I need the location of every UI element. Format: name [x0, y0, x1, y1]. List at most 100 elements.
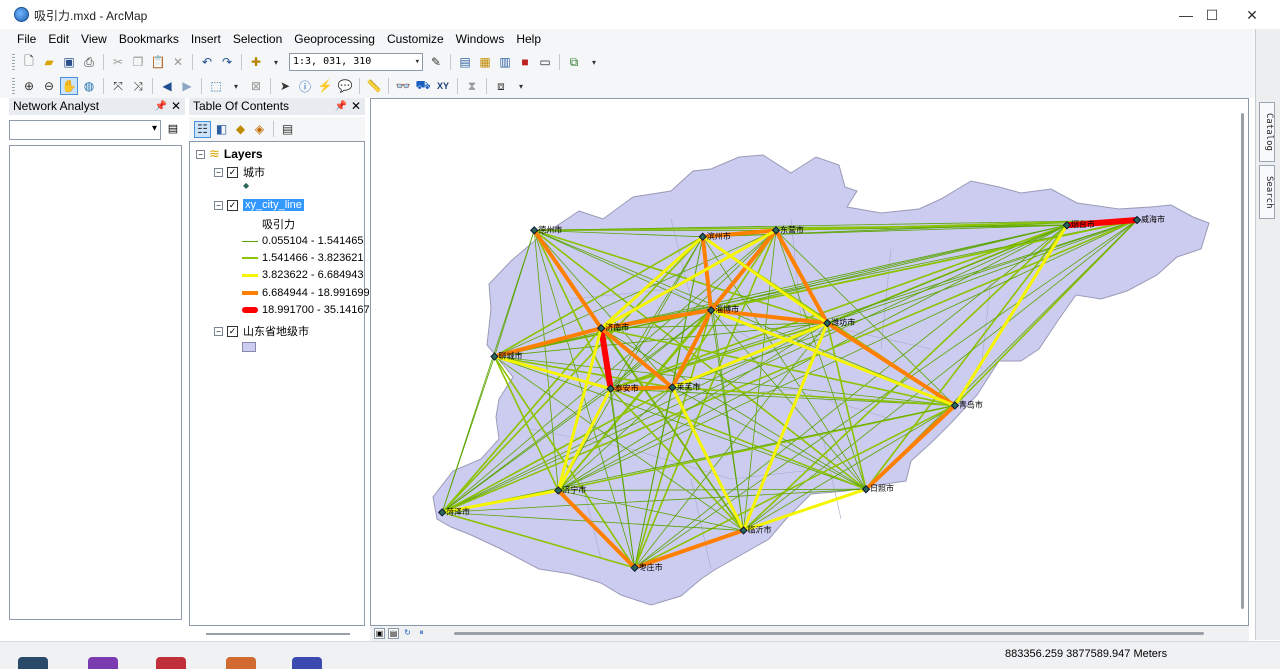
time-slider-button[interactable]: ⧗	[463, 77, 481, 95]
toc-horizontal-scrollbar[interactable]	[206, 633, 350, 635]
taskbar-app-icon[interactable]	[88, 657, 118, 669]
layer-row-prefecture-cities[interactable]: − ✓ 山东省地级市	[214, 323, 309, 339]
table-of-contents-button[interactable]: ▤	[456, 53, 474, 71]
taskbar-app-icon[interactable]	[156, 657, 186, 669]
close-window-button[interactable]: ✕	[1232, 4, 1272, 26]
find-route-button[interactable]: ⛟	[414, 77, 432, 95]
search-window-button[interactable]: ▥	[496, 53, 514, 71]
catalog-side-tab[interactable]: Catalog	[1259, 102, 1275, 162]
legend-class[interactable]: 0.055104 - 1.541465	[242, 235, 364, 247]
model-builder-button[interactable]: ⧉	[565, 53, 583, 71]
map-vertical-scrollbar[interactable]	[1238, 113, 1248, 609]
polygon-symbol[interactable]	[242, 342, 256, 352]
full-extent-button[interactable]: ◍	[80, 77, 98, 95]
toolbar-grip[interactable]	[12, 54, 15, 70]
legend-class[interactable]: 1.541466 - 3.823621	[242, 252, 364, 264]
network-analysis-layer-select[interactable]: ▾	[9, 120, 161, 140]
create-viewer-window-button[interactable]: ⧈	[492, 77, 510, 95]
data-view-button[interactable]: ▣	[374, 628, 385, 639]
list-by-selection-button[interactable]: ◈	[251, 121, 268, 138]
scroll-thumb[interactable]	[1241, 113, 1244, 609]
delete-button[interactable]: ✕	[169, 53, 187, 71]
find-button[interactable]: 👓	[394, 77, 412, 95]
clear-selection-button[interactable]: ⊠	[247, 77, 265, 95]
editor-toolbar-button[interactable]: ✎	[427, 53, 445, 71]
new-document-button[interactable]: 🗋	[20, 53, 38, 71]
layers-root-row[interactable]: − ≋ Layers	[196, 146, 263, 162]
collapse-icon[interactable]: −	[214, 200, 223, 210]
add-data-dropdown[interactable]: ▾	[267, 53, 285, 71]
zoom-in-button[interactable]: ⊕	[20, 77, 38, 95]
pan-button[interactable]: ✋	[60, 77, 78, 95]
close-icon[interactable]: ✕	[171, 98, 181, 115]
fixed-zoom-out-button[interactable]: ⤨	[129, 77, 147, 95]
save-button[interactable]: ▣	[60, 53, 78, 71]
point-symbol[interactable]: ◆	[243, 181, 249, 190]
toc-options-button[interactable]: ▤	[279, 121, 296, 138]
taskbar-app-icon[interactable]	[18, 657, 48, 669]
copy-button[interactable]: ❐	[129, 53, 147, 71]
back-extent-button[interactable]: ◀	[158, 77, 176, 95]
open-button[interactable]: ▰	[40, 53, 58, 71]
menu-geoprocessing[interactable]: Geoprocessing	[288, 29, 381, 50]
fixed-zoom-in-button[interactable]: ⤧	[109, 77, 127, 95]
select-features-button[interactable]: ⬚	[207, 77, 225, 95]
map-canvas[interactable]: 德州市滨州市 东营市 烟台市 威海市淄博市潍坊市济南市聊城市泰安市 莱芜市青岛市日照市 济…	[371, 99, 1249, 626]
analysis-properties-button[interactable]: ▤	[166, 122, 180, 136]
list-by-visibility-button[interactable]: ◆	[232, 121, 249, 138]
add-data-button[interactable]: ✚	[247, 53, 265, 71]
list-by-drawing-order-button[interactable]: ☷	[194, 120, 211, 138]
menu-insert[interactable]: Insert	[185, 29, 227, 50]
menu-view[interactable]: View	[75, 29, 113, 50]
legend-class[interactable]: 18.991700 - 35.141679	[242, 304, 376, 316]
network-analyst-window-list[interactable]	[9, 145, 182, 620]
go-to-xy-button[interactable]: XY	[434, 77, 452, 95]
taskbar-app-icon[interactable]	[226, 657, 256, 669]
redo-button[interactable]: ↷	[218, 53, 236, 71]
layer-row-cities[interactable]: − ✓ 城市	[214, 164, 265, 180]
list-by-source-button[interactable]: ◧	[213, 121, 230, 138]
measure-button[interactable]: 📏	[365, 77, 383, 95]
forward-extent-button[interactable]: ▶	[178, 77, 196, 95]
layer-row-xy-city-line[interactable]: − ✓ xy_city_line	[214, 199, 304, 211]
map-view[interactable]: 德州市 滨州市 东营市 烟台市 威海市 淄博市 潍坊市 济南市 聊城市 泰安市 莱芜市 青岛市 日照市 济…	[370, 98, 1249, 626]
map-horizontal-scrollbar[interactable]	[454, 632, 1204, 635]
menu-bookmarks[interactable]: Bookmarks	[113, 29, 185, 50]
toolbar-options-button[interactable]: ▾	[512, 77, 530, 95]
legend-class[interactable]: 6.684944 - 18.991699	[242, 287, 370, 299]
paste-button[interactable]: 📋	[149, 53, 167, 71]
toolbar-grip[interactable]	[12, 78, 15, 94]
select-elements-button[interactable]: ➤	[276, 77, 294, 95]
catalog-window-button[interactable]: ▦	[476, 53, 494, 71]
pin-icon[interactable]: 📌	[335, 98, 347, 115]
print-button[interactable]: ⎙	[80, 53, 98, 71]
layer-visibility-checkbox[interactable]: ✓	[227, 325, 238, 337]
collapse-icon[interactable]: −	[214, 167, 223, 177]
toolbar-options-button[interactable]: ▾	[585, 53, 603, 71]
zoom-out-button[interactable]: ⊖	[40, 77, 58, 95]
collapse-icon[interactable]: −	[214, 326, 223, 336]
identify-button[interactable]: ⓘ	[296, 77, 314, 95]
arctoolbox-button[interactable]: ■	[516, 53, 534, 71]
layer-visibility-checkbox[interactable]: ✓	[227, 199, 238, 211]
select-features-dropdown[interactable]: ▾	[227, 77, 245, 95]
layout-view-button[interactable]: ▤	[388, 628, 399, 639]
pin-icon[interactable]: 📌	[155, 98, 167, 115]
legend-class[interactable]: 3.823622 - 6.684943	[242, 269, 364, 281]
cut-button[interactable]: ✂	[109, 53, 127, 71]
search-side-tab[interactable]: Search	[1259, 165, 1275, 219]
menu-help[interactable]: Help	[510, 29, 547, 50]
collapse-icon[interactable]: −	[196, 149, 205, 159]
menu-windows[interactable]: Windows	[450, 29, 511, 50]
refresh-button[interactable]: ↻	[402, 628, 413, 639]
undo-button[interactable]: ↶	[198, 53, 216, 71]
pause-drawing-button[interactable]: ⏸	[416, 628, 427, 639]
python-window-button[interactable]: ▭	[536, 53, 554, 71]
menu-selection[interactable]: Selection	[227, 29, 288, 50]
layer-visibility-checkbox[interactable]: ✓	[227, 166, 238, 178]
maximize-button[interactable]: ☐	[1192, 4, 1232, 26]
taskbar-app-icon[interactable]	[292, 657, 322, 669]
close-icon[interactable]: ✕	[351, 98, 361, 115]
menu-edit[interactable]: Edit	[42, 29, 75, 50]
menu-file[interactable]: File	[11, 29, 42, 50]
